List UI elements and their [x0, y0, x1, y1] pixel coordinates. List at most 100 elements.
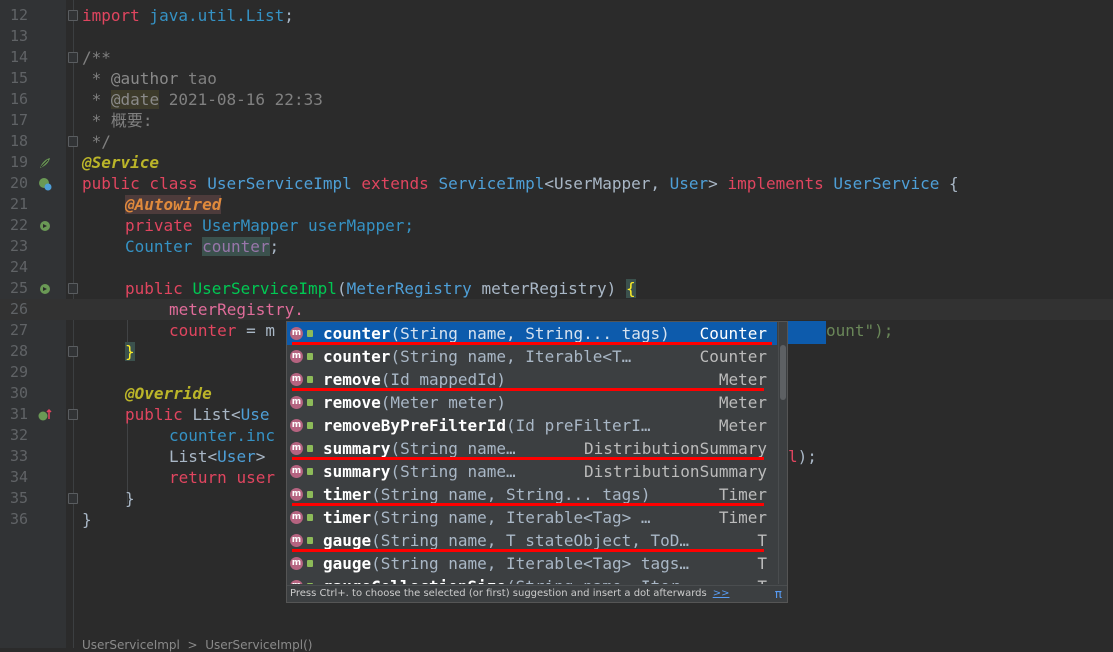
line-number: 15 — [10, 69, 29, 87]
completion-item-type: DistributionSummary — [583, 462, 767, 481]
completion-item[interactable]: m timer(String name, Iterable<Tag> … Timer — [287, 506, 777, 529]
public-visibility-icon — [307, 353, 313, 360]
completion-item-name: gauge — [323, 554, 372, 573]
code-line: 12 import java.util.List; — [0, 5, 1113, 26]
code-text: counter.inc — [169, 426, 275, 445]
completion-item-name: remove — [323, 393, 381, 412]
completion-item[interactable]: m gaugeCollectionSize(String name, Iter… T — [287, 575, 777, 584]
public-visibility-icon — [307, 514, 313, 521]
spring-bean-icon[interactable] — [38, 156, 52, 170]
completion-item-name: gaugeCollectionSize — [323, 577, 506, 584]
fold-marker-icon[interactable] — [68, 283, 78, 294]
method-icon: m — [290, 511, 303, 524]
code-text: public List<Use — [125, 405, 270, 424]
code-line: 23 Counter counter; — [0, 236, 1113, 257]
code-line: 25 public UserServiceImpl(MeterRegistry … — [0, 278, 1113, 299]
public-visibility-icon — [307, 583, 313, 584]
completion-item-type: Meter — [718, 416, 767, 435]
completion-item[interactable]: m counter(String name, String... tags) Cou… — [287, 322, 777, 345]
navigate-to-bean-icon[interactable] — [38, 219, 52, 233]
completion-item-name: summary — [323, 439, 391, 458]
completion-footer: Press Ctrl+. to choose the selected (or … — [287, 585, 787, 602]
completion-item-name: timer — [323, 485, 372, 504]
completion-popup[interactable]: m counter(String name, String... tags) Cou… — [286, 321, 788, 603]
line-number: 21 — [10, 195, 29, 213]
completion-item-params: (Id mappedId) — [380, 370, 507, 389]
fold-marker-icon[interactable] — [68, 52, 78, 63]
method-icon: m — [290, 373, 303, 386]
code-line: 17 * 概要: — [0, 110, 1113, 131]
code-line-current: 26 meterRegistry. — [0, 299, 1113, 320]
completion-item-type: T — [757, 575, 767, 584]
public-visibility-icon — [307, 445, 313, 452]
line-number: 18 — [10, 132, 29, 150]
completion-item-params: (String name, Iterable<Tag> tags… — [371, 554, 690, 573]
line-number: 24 — [10, 258, 29, 276]
completion-item[interactable]: m remove(Meter meter) Meter — [287, 391, 777, 414]
completion-item[interactable]: m gauge(String name, T stateObject, ToD… T — [287, 529, 777, 552]
completion-item[interactable]: m timer(String name, String... tags) Timer — [287, 483, 777, 506]
override-method-icon[interactable] — [38, 408, 52, 422]
completion-item-params: (String name, Iterable<Tag> … — [371, 508, 651, 527]
code-text: private UserMapper userMapper; — [125, 216, 414, 235]
completion-item-params: (String name, Iter… — [506, 577, 689, 584]
completion-item-params: (String name, String... tags) — [390, 324, 670, 343]
completion-item-name: counter — [323, 324, 391, 343]
completion-item[interactable]: m summary(String name… DistributionSummary — [287, 437, 777, 460]
completion-scrollbar[interactable] — [778, 322, 787, 584]
scrollbar-thumb[interactable] — [780, 345, 786, 400]
completion-item[interactable]: m removeByPreFilterId(Id preFilterI… Meter — [287, 414, 777, 437]
completion-item-name: summary — [323, 462, 391, 481]
code-text: */ — [82, 132, 111, 151]
fold-marker-icon[interactable] — [68, 493, 78, 504]
line-number: 33 — [10, 447, 29, 465]
more-link[interactable]: >> — [713, 588, 730, 599]
method-icon: m — [290, 465, 303, 478]
line-number: 25 — [10, 279, 29, 297]
completion-item[interactable]: m summary(String name… DistributionSummary — [287, 460, 777, 483]
line-number: 36 — [10, 510, 29, 528]
public-visibility-icon — [307, 376, 313, 383]
line-number: 29 — [10, 363, 29, 381]
code-line: 16 * @date 2021-08-16 22:33 — [0, 89, 1113, 110]
line-number: 17 — [10, 111, 29, 129]
fold-marker-icon[interactable] — [68, 136, 78, 147]
fold-marker-icon[interactable] — [68, 346, 78, 357]
code-text: counter = m — [169, 321, 275, 340]
line-number: 31 — [10, 405, 29, 423]
line-number: 26 — [10, 300, 29, 318]
line-number: 28 — [10, 342, 29, 360]
completion-item-name: timer — [323, 508, 372, 527]
code-text: @Autowired — [125, 195, 222, 214]
completion-item-params: (String name… — [390, 439, 516, 458]
completion-item-type: Counter — [699, 347, 767, 366]
public-visibility-icon — [307, 330, 313, 337]
method-icon: m — [290, 580, 303, 584]
pi-icon[interactable]: π — [775, 586, 782, 602]
line-number: 12 — [10, 6, 29, 24]
line-number: 19 — [10, 153, 29, 171]
code-text: meterRegistry. — [169, 300, 304, 319]
completion-item[interactable]: m gauge(String name, Iterable<Tag> tags… T — [287, 552, 777, 575]
method-icon: m — [290, 350, 303, 363]
line-number: 22 — [10, 216, 29, 234]
public-visibility-icon — [307, 399, 313, 406]
completion-item-params: (String name, Iterable<T… — [390, 347, 632, 366]
public-visibility-icon — [307, 422, 313, 429]
navigate-to-bean-icon[interactable] — [38, 282, 52, 296]
completion-list[interactable]: m counter(String name, String... tags) Cou… — [287, 322, 777, 584]
code-text: import java.util.List; — [82, 6, 294, 25]
fold-marker-icon[interactable] — [68, 409, 78, 420]
completion-item-name: counter — [323, 347, 391, 366]
code-line: 21 @Autowired — [0, 194, 1113, 215]
line-number: 30 — [10, 384, 29, 402]
completion-hint: Press Ctrl+. to choose the selected (or … — [290, 588, 707, 599]
method-icon: m — [290, 557, 303, 570]
public-visibility-icon — [307, 537, 313, 544]
fold-marker-icon[interactable] — [68, 10, 78, 21]
completion-item[interactable]: m counter(String name, Iterable<T… Counter — [287, 345, 777, 368]
code-text: * @date 2021-08-16 22:33 — [82, 90, 323, 109]
completion-item[interactable]: m remove(Id mappedId) Meter — [287, 368, 777, 391]
implementation-icon[interactable] — [38, 177, 52, 191]
breadcrumb[interactable]: UserServiceImpl > UserServiceImpl() — [82, 638, 312, 652]
